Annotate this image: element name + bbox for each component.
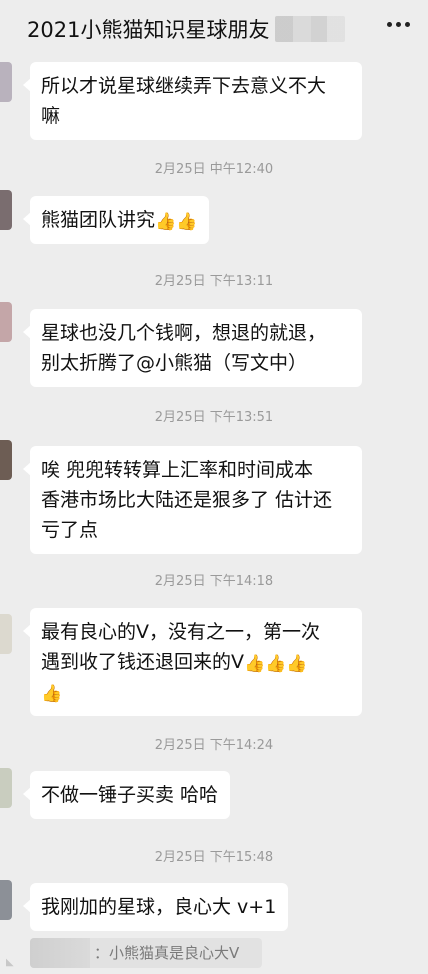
message-line: 星球也没几个钱啊，想退的就退， — [41, 322, 327, 344]
chat-header: 2021小熊猫知识星球朋友 — [0, 0, 428, 58]
timestamp: 2月25日 下午15:48 — [154, 850, 274, 865]
timestamp: 2月25日 下午14:24 — [154, 738, 274, 753]
avatar[interactable] — [0, 614, 12, 654]
avatar[interactable] — [0, 302, 12, 342]
blurred-title-suffix — [275, 16, 346, 42]
message-bubble[interactable]: 唉 兜兜转转算上汇率和时间成本 香港市场比大陆还是狠多了 估计还 亏了点 — [23, 446, 362, 554]
message-bubble[interactable]: 所以才说星球继续弄下去意义不大 嘛 — [23, 62, 362, 140]
message-bubble[interactable]: 最有良心的V，没有之一，第一次 遇到收了钱还退回来的V👍👍👍 👍 — [23, 608, 362, 716]
watermark-logo: ◣ — [6, 957, 14, 968]
timestamp: 2月25日 中午12:40 — [154, 162, 274, 177]
avatar[interactable] — [0, 768, 12, 808]
message-line: 香港市场比大陆还是狠多了 估计还 — [41, 489, 333, 511]
message-line: 别太折腾了@小熊猫（写文中） — [41, 352, 308, 374]
avatar[interactable] — [0, 62, 12, 102]
message-line: 唉 兜兜转转算上汇率和时间成本 — [41, 459, 314, 481]
quoted-text: ：小熊猫真是良心大V — [94, 944, 240, 962]
timestamp: 2月25日 下午14:18 — [154, 574, 274, 589]
message-line: 最有良心的V，没有之一，第一次 — [41, 621, 320, 643]
blurred-quote-author — [30, 938, 90, 968]
chat-title: 2021小熊猫知识星球朋友 — [27, 18, 270, 42]
message-line: 嘛 — [41, 105, 61, 127]
avatar[interactable] — [0, 190, 12, 230]
timestamp: 2月25日 下午13:51 — [154, 410, 274, 425]
message-text: 不做一锤子买卖 哈哈 — [41, 784, 219, 806]
message-text: 我刚加的星球，良心大 v+1 — [41, 896, 277, 918]
thumbs-up-emoji: 👍👍 — [155, 212, 198, 232]
avatar[interactable] — [0, 440, 12, 480]
message-bubble[interactable]: 我刚加的星球，良心大 v+1 — [22, 883, 289, 931]
message-bubble[interactable]: 不做一锤子买卖 哈哈 — [22, 771, 231, 819]
thumbs-up-emoji: 👍👍👍 — [244, 654, 308, 674]
message-line: 所以才说星球继续弄下去意义不大 — [41, 75, 327, 97]
message-text: 熊猫团队讲究 — [41, 209, 156, 231]
timestamp: 2月25日 下午13:11 — [154, 274, 274, 289]
avatar[interactable] — [0, 880, 12, 920]
message-bubble[interactable]: 星球也没几个钱啊，想退的就退， 别太折腾了@小熊猫（写文中） — [23, 309, 362, 387]
message-line: 亏了点 — [41, 519, 99, 541]
thumbs-up-emoji: 👍 — [41, 684, 63, 704]
message-bubble[interactable]: 熊猫团队讲究👍👍 — [22, 196, 210, 244]
quoted-reply[interactable]: ：小熊猫真是良心大V — [30, 938, 262, 968]
message-line: 遇到收了钱还退回来的V — [41, 651, 244, 673]
more-options-icon[interactable] — [387, 22, 410, 27]
